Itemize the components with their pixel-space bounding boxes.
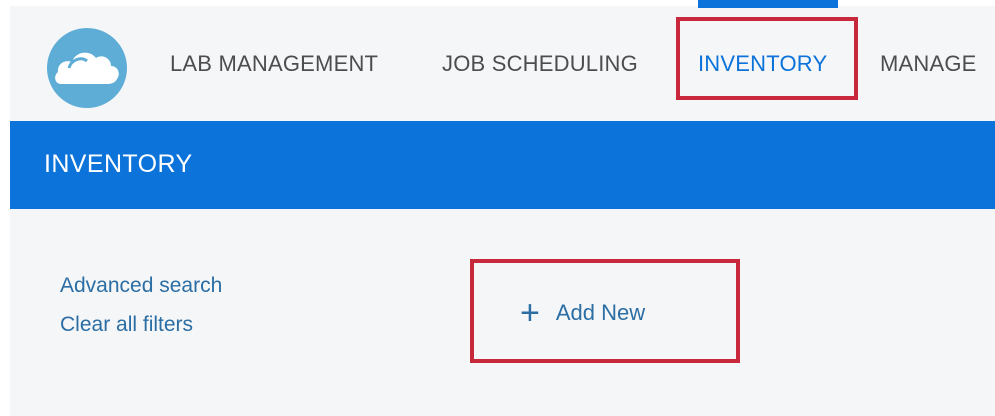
page-banner: INVENTORY [10, 121, 995, 209]
app-frame: LAB MANAGEMENT JOB SCHEDULING INVENTORY … [10, 0, 995, 416]
inventory-highlight-box [676, 17, 858, 100]
advanced-search-link[interactable]: Advanced search [60, 274, 222, 298]
add-new-highlight-box [470, 259, 740, 363]
cloud-logo-icon[interactable] [47, 28, 127, 108]
top-strip [10, 0, 995, 6]
active-tab-indicator [698, 0, 838, 8]
nav-lab-management[interactable]: LAB MANAGEMENT [170, 51, 378, 77]
page-title: INVENTORY [44, 150, 193, 178]
nav-job-scheduling[interactable]: JOB SCHEDULING [442, 51, 638, 77]
nav-manage[interactable]: MANAGE [880, 51, 977, 77]
clear-filters-link[interactable]: Clear all filters [60, 313, 193, 337]
